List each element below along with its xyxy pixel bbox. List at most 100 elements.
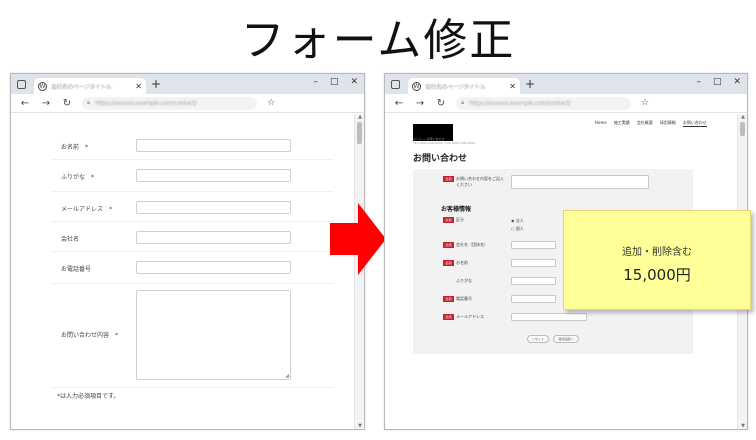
form-row-phone: お電話番号 <box>51 252 334 284</box>
browser-tab[interactable]: W 会社名のページタイトル ✕ <box>34 78 146 94</box>
required-badge: 必須 <box>443 296 454 302</box>
tab-bar: W 会社名のページタイトル ✕ + – □ ✕ <box>385 74 747 94</box>
required-badge: 必須 <box>443 242 454 248</box>
radio-label: 個人 <box>515 226 524 231</box>
name-input[interactable] <box>511 259 556 267</box>
tab-actions-icon[interactable] <box>17 79 26 89</box>
nav-item-home[interactable]: Home <box>595 120 607 127</box>
required-note: *は入力必須項目です。 <box>57 393 120 400</box>
kana-input[interactable] <box>136 169 291 182</box>
company-label: 会社名（団体名） <box>456 242 488 247</box>
url-field[interactable]: 🔒︎ https://xxxxxx.example.com/contact/ <box>82 96 257 110</box>
name-label: お名前 <box>456 260 468 265</box>
minimize-icon[interactable]: – <box>313 77 318 87</box>
required-badge: 必須 <box>443 217 454 223</box>
scroll-down-icon[interactable]: ▼ <box>738 423 747 429</box>
new-tab-icon[interactable]: + <box>525 77 535 91</box>
close-window-icon[interactable]: ✕ <box>733 77 741 87</box>
lock-icon: 🔒︎ <box>461 99 465 106</box>
company-input[interactable] <box>136 231 291 244</box>
red-arrow-icon <box>330 203 386 275</box>
minimize-icon[interactable]: – <box>696 77 701 87</box>
close-window-icon[interactable]: ✕ <box>350 77 358 87</box>
inquiry-textarea[interactable]: ◢ <box>136 290 291 380</box>
required-mark: * <box>85 144 89 151</box>
reload-icon[interactable]: ↻ <box>60 98 74 109</box>
name-input[interactable] <box>136 139 291 152</box>
back-icon[interactable]: ← <box>18 98 32 109</box>
lock-icon: 🔒︎ <box>87 99 91 106</box>
scroll-up-icon[interactable]: ▲ <box>355 114 364 120</box>
scroll-thumb[interactable] <box>357 122 362 144</box>
favorite-star-icon[interactable]: ☆ <box>641 98 649 108</box>
resize-handle-icon[interactable]: ◢ <box>285 373 289 379</box>
field-label: ふりがな <box>61 174 86 181</box>
form-row-name: お名前 * <box>51 132 334 160</box>
phone-label: 電話番号 <box>456 296 472 301</box>
reset-button[interactable]: リセット <box>527 335 549 343</box>
email-input[interactable] <box>511 313 587 321</box>
tab-actions-icon[interactable] <box>391 79 400 89</box>
required-mark: * <box>115 332 119 339</box>
field-label: 会社名 <box>61 236 80 243</box>
phone-input[interactable] <box>136 261 291 274</box>
window-controls: – □ ✕ <box>696 77 741 87</box>
close-icon[interactable]: ✕ <box>509 82 516 91</box>
scroll-thumb[interactable] <box>740 122 745 136</box>
url-field[interactable]: 🔒︎ https://xxxxxx.example.com/contact/ <box>456 96 631 110</box>
url-text: https://xxxxxx.example.com/contact/ <box>469 99 571 107</box>
field-label: お問い合わせ内容 <box>61 332 110 339</box>
inquiry-textarea[interactable] <box>511 175 649 189</box>
field-label: メールアドレス <box>61 206 104 213</box>
site-nav: Home 施工実績 会社概要 採用情報 お問い合わせ <box>595 120 707 127</box>
back-icon[interactable]: ← <box>392 98 406 109</box>
nav-item-works[interactable]: 施工実績 <box>614 120 630 127</box>
required-mark: * <box>109 206 113 213</box>
nav-item-recruit[interactable]: 採用情報 <box>660 120 676 127</box>
browser-window-before: W 会社名のページタイトル ✕ + – □ ✕ ← → ↻ 🔒︎ https:/… <box>10 73 365 430</box>
inquiry-label: お問い合わせ内容をご記入ください <box>456 176 504 187</box>
required-mark: * <box>91 174 95 181</box>
phone-input[interactable] <box>511 295 556 303</box>
nav-item-company[interactable]: 会社概要 <box>637 120 653 127</box>
url-text: https://xxxxxx.example.com/contact/ <box>95 99 197 107</box>
contact-title: お問い合わせ <box>413 154 468 164</box>
forward-icon[interactable]: → <box>413 98 427 109</box>
page-viewport: お名前 * ふりがな * メールアドレス * 会社名 お電話番号 お問い合わせ内容 * … <box>11 114 354 429</box>
nav-item-contact[interactable]: お問い合わせ <box>682 120 707 127</box>
company-input[interactable] <box>511 241 556 249</box>
site-tagline: TEL 0000-000-0000 / FAX 0000-000-0000 <box>413 141 476 145</box>
reload-icon[interactable]: ↻ <box>434 98 448 109</box>
type-label: 区分 <box>456 217 464 222</box>
forward-icon[interactable]: → <box>39 98 53 109</box>
scroll-down-icon[interactable]: ▼ <box>355 423 364 429</box>
kana-label: ふりがな <box>456 278 472 283</box>
sticky-note-price: 15,000円 <box>623 266 691 284</box>
field-label: お名前 <box>61 144 80 151</box>
radio-label: 法人 <box>515 218 524 223</box>
page-title: フォーム修正 <box>240 15 516 66</box>
email-input[interactable] <box>136 201 291 214</box>
required-badge: 必須 <box>443 260 454 266</box>
kana-input[interactable] <box>511 277 556 285</box>
window-controls: – □ ✕ <box>313 77 358 87</box>
confirm-button[interactable]: 確認画面へ <box>553 335 579 343</box>
favorite-star-icon[interactable]: ☆ <box>267 98 275 108</box>
address-bar: ← → ↻ 🔒︎ https://xxxxxx.example.com/cont… <box>385 94 747 113</box>
maximize-icon[interactable]: □ <box>330 77 339 87</box>
form-row-company: 会社名 <box>51 222 334 252</box>
maximize-icon[interactable]: □ <box>713 77 722 87</box>
radio-corporate[interactable]: ◉ 法人 <box>511 218 524 224</box>
required-badge: 必須 <box>443 176 454 182</box>
email-label: メールアドレス <box>456 314 484 319</box>
radio-individual[interactable]: ○ 個人 <box>511 226 524 232</box>
new-tab-icon[interactable]: + <box>151 77 161 91</box>
form-row-kana: ふりがな * <box>51 160 334 192</box>
tab-label: 会社名のページタイトル <box>51 83 112 91</box>
address-bar: ← → ↻ 🔒︎ https://xxxxxx.example.com/cont… <box>11 94 364 113</box>
browser-tab[interactable]: W 会社名のページタイトル ✕ <box>408 78 520 94</box>
close-icon[interactable]: ✕ <box>135 82 142 91</box>
scroll-up-icon[interactable]: ▲ <box>738 114 747 120</box>
section-customer-info: お客様情報 <box>441 206 472 213</box>
wordpress-icon: W <box>412 81 421 91</box>
